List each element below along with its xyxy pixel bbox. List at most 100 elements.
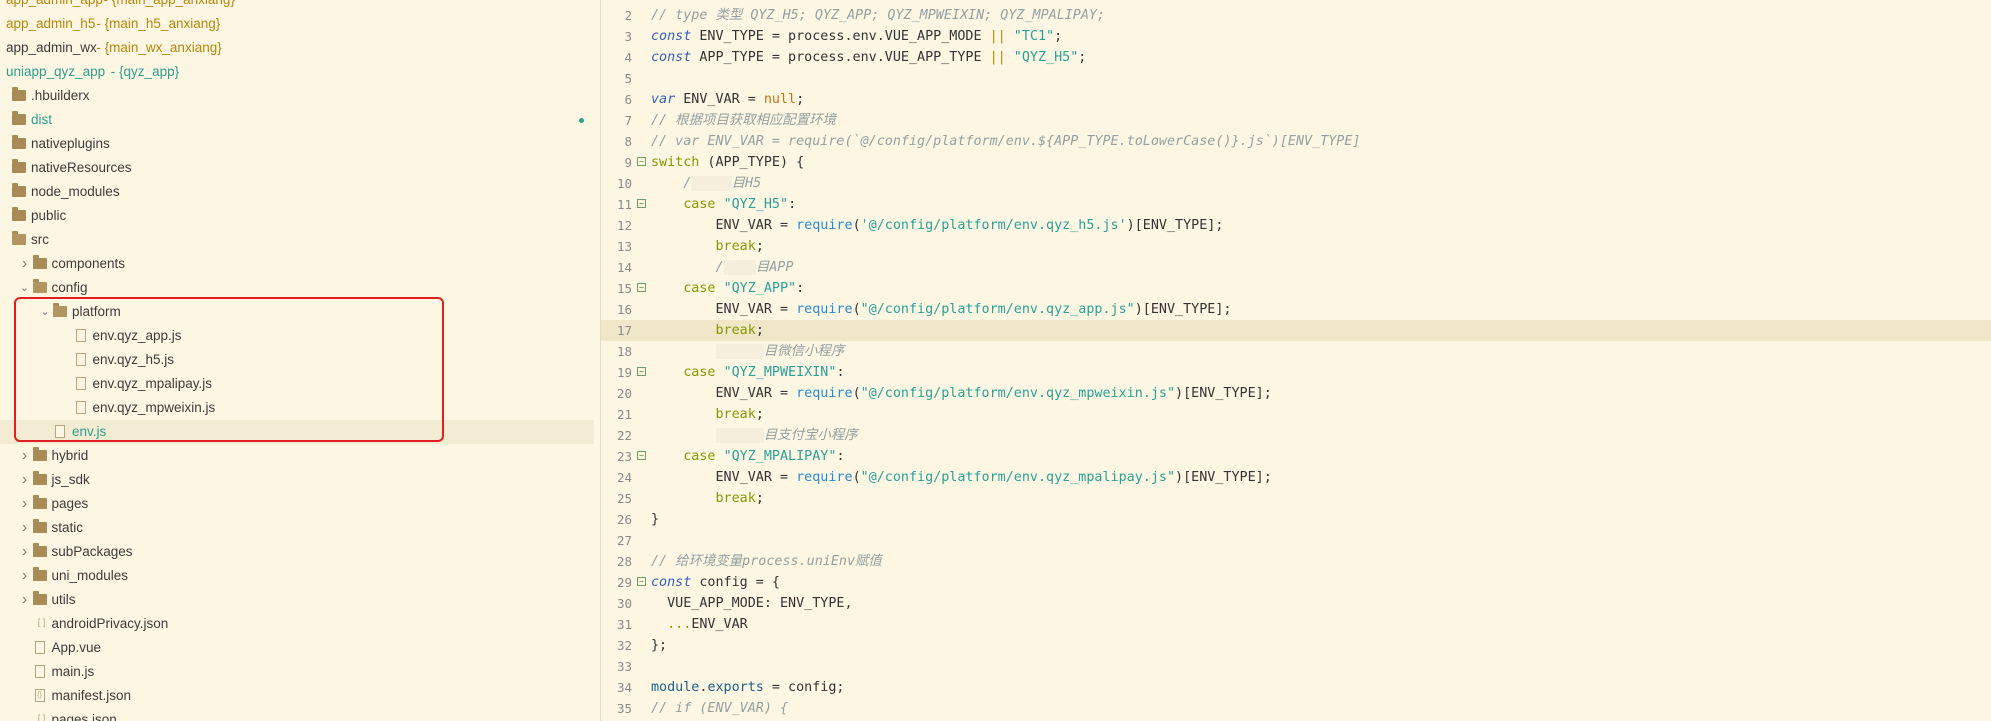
code-token: )[ENV_TYPE]; [1175, 470, 1272, 485]
code-line[interactable]: 14 / 目APP [601, 257, 1991, 278]
git-branch-label: - {qyz_app} [110, 64, 180, 79]
code-text: ...ENV_VAR [651, 614, 748, 635]
code-line[interactable]: 3 const ENV_TYPE = process.env.VUE_APP_MO… [601, 26, 1991, 47]
tree-item-pages-json[interactable]: [ ] pages.json [0, 708, 594, 721]
tree-item-node-modules[interactable]: node_modules [0, 180, 594, 204]
code-token: ENV_TYPE = process.env.VUE_APP_MODE [691, 29, 990, 44]
tree-item-app-vue[interactable]: App.vue [0, 636, 594, 660]
code-line[interactable]: 6 var ENV_VAR = null; [601, 89, 1991, 110]
tree-item-static[interactable]: › static [0, 516, 594, 540]
tree-item-pages[interactable]: › pages [0, 492, 594, 516]
code-text: ENV_VAR = require('@/config/platform/env… [651, 215, 1223, 236]
code-line[interactable]: 9− switch (APP_TYPE) { [601, 152, 1991, 173]
code-line[interactable]: 21 break; [601, 404, 1991, 425]
code-line[interactable]: 16 ENV_VAR = require("@/config/platform/… [601, 299, 1991, 320]
redacted-text [715, 428, 764, 443]
chevron-right-icon[interactable]: › [18, 588, 32, 612]
code-line[interactable]: 5 [601, 68, 1991, 89]
fold-toggle-icon[interactable]: − [637, 367, 646, 376]
tree-item-subpackages[interactable]: › subPackages [0, 540, 594, 564]
line-number: 31 [616, 617, 632, 632]
tree-item-nativeplugins[interactable]: nativeplugins [0, 132, 594, 156]
chevron-right-icon[interactable]: › [18, 492, 32, 516]
code-line[interactable]: 34 module.exports = config; [601, 677, 1991, 698]
code-line[interactable]: 8 // var ENV_VAR = require(`@/config/plat… [601, 131, 1991, 152]
tree-item-components[interactable]: › components [0, 252, 594, 276]
chevron-right-icon[interactable]: › [18, 564, 32, 588]
code-line[interactable]: 20 ENV_VAR = require("@/config/platform/… [601, 383, 1991, 404]
line-number: 6 [624, 92, 632, 107]
fold-toggle-icon[interactable]: − [637, 199, 646, 208]
code-line[interactable]: 32}; [601, 635, 1991, 656]
code-token: config = { [691, 575, 780, 590]
line-number: 17 [616, 323, 632, 338]
tree-item-dist[interactable]: dist [0, 108, 594, 132]
code-line[interactable]: 26} [601, 509, 1991, 530]
code-line[interactable]: 24 ENV_VAR = require("@/config/platform/… [601, 467, 1991, 488]
code-line[interactable]: 31 ...ENV_VAR [601, 614, 1991, 635]
tree-item-label: public [31, 208, 67, 223]
code-line[interactable]: 23− case "QYZ_MPALIPAY": [601, 446, 1991, 467]
code-line[interactable]: 11− case "QYZ_H5": [601, 194, 1991, 215]
code-text: ENV_VAR = require("@/config/platform/env… [651, 383, 1271, 404]
tree-item-app-admin-app[interactable]: app_admin_app- {main_app_anxiang} [0, 0, 594, 12]
code-editor[interactable]: 2 // type 类型 QYZ_H5; QYZ_APP; QYZ_MPWEIXI… [601, 0, 1991, 721]
code-line[interactable]: 25 break; [601, 488, 1991, 509]
code-line[interactable]: 35 // if (ENV_VAR) { [601, 698, 1991, 719]
code-token: APP_TYPE = process.env.VUE_APP_TYPE [691, 50, 990, 65]
tree-item-js-sdk[interactable]: › js_sdk [0, 468, 594, 492]
tree-item-label: node_modules [31, 184, 120, 199]
fold-toggle-icon[interactable]: − [637, 451, 646, 460]
chevron-right-icon[interactable]: › [18, 444, 32, 468]
fold-toggle-icon[interactable]: − [637, 283, 646, 292]
tree-item-utils[interactable]: › utils [0, 588, 594, 612]
code-text: / 目H5 [651, 173, 761, 194]
fold-toggle-icon[interactable]: − [637, 577, 646, 586]
code-text: // type 类型 QYZ_H5; QYZ_APP; QYZ_MPWEIXIN… [651, 5, 1105, 26]
line-number: 24 [616, 470, 632, 485]
tree-item-manifest-json[interactable]: {} manifest.json [0, 684, 594, 708]
code-text: // 给环境变量process.uniEnv赋值 [651, 551, 882, 572]
code-token: "QYZ_MPWEIXIN" [723, 365, 837, 380]
code-token: } [651, 512, 660, 527]
tree-item-nativeresources[interactable]: nativeResources [0, 156, 594, 180]
code-token: var [651, 92, 676, 107]
chevron-right-icon[interactable]: › [18, 252, 32, 276]
code-line[interactable]: 4 const APP_TYPE = process.env.VUE_APP_TY… [601, 47, 1991, 68]
tree-item-app-admin-h5[interactable]: app_admin_h5- {main_h5_anxiang} [0, 12, 594, 36]
tree-item-public[interactable]: public [0, 204, 594, 228]
tree-item-uni-modules[interactable]: › uni_modules [0, 564, 594, 588]
code-line[interactable]: 10 / 目H5 [601, 173, 1991, 194]
tree-item-hybrid[interactable]: › hybrid [0, 444, 594, 468]
fold-toggle-icon[interactable]: − [637, 157, 646, 166]
code-line[interactable]: 30 VUE_APP_MODE: ENV_TYPE, [601, 593, 1991, 614]
tree-item-src[interactable]: src [0, 228, 594, 252]
code-line[interactable]: 22 目支付宝小程序 [601, 425, 1991, 446]
tree-item--hbuilderx[interactable]: .hbuilderx [0, 84, 594, 108]
chevron-right-icon[interactable]: › [18, 468, 32, 492]
code-line[interactable]: 7 // 根据项目获取相应配置环境 [601, 110, 1991, 131]
code-token: 目H5 [731, 176, 762, 191]
chevron-right-icon[interactable]: › [18, 516, 32, 540]
code-line[interactable]: 13 break; [601, 236, 1991, 257]
tree-item-androidprivacy-json[interactable]: [ ] androidPrivacy.json [0, 612, 594, 636]
code-line[interactable]: 2 // type 类型 QYZ_H5; QYZ_APP; QYZ_MPWEIXI… [601, 5, 1991, 26]
code-line[interactable]: 17 break; [601, 320, 1991, 341]
chevron-right-icon[interactable]: › [18, 540, 32, 564]
tree-item-app-admin-wx[interactable]: app_admin_wx - {main_wx_anxiang} [0, 36, 594, 60]
code-line[interactable]: 19− case "QYZ_MPWEIXIN": [601, 362, 1991, 383]
code-line[interactable]: 27 [601, 530, 1991, 551]
code-line[interactable]: 18 目微信小程序 [601, 341, 1991, 362]
code-line[interactable]: 12 ENV_VAR = require('@/config/platform/… [601, 215, 1991, 236]
tree-item-main-js[interactable]: main.js [0, 660, 594, 684]
code-line[interactable]: 28 // 给环境变量process.uniEnv赋值 [601, 551, 1991, 572]
tree-item-uniapp-qyz-app[interactable]: uniapp_qyz_app - {qyz_app} [0, 60, 594, 84]
code-token: "@/config/platform/env.qyz_mpweixin.js" [860, 386, 1176, 401]
code-text: break; [651, 404, 764, 425]
code-line[interactable]: 29− const config = { [601, 572, 1991, 593]
folder-icon [12, 111, 26, 125]
code-line[interactable]: 33 [601, 656, 1991, 677]
code-line[interactable]: 15− case "QYZ_APP": [601, 278, 1991, 299]
